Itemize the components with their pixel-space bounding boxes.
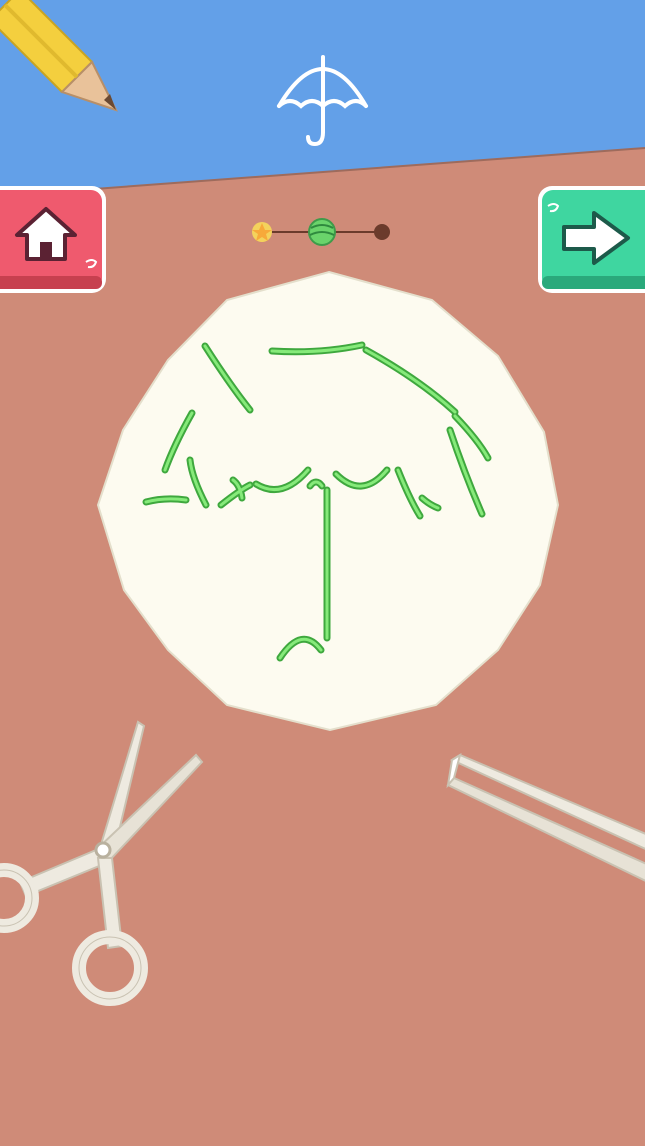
game-scene bbox=[0, 0, 645, 1146]
dot-icon bbox=[374, 224, 390, 240]
star-icon bbox=[252, 222, 272, 242]
home-button[interactable] bbox=[0, 186, 106, 293]
ball-icon bbox=[308, 218, 336, 246]
next-button[interactable] bbox=[538, 186, 645, 293]
